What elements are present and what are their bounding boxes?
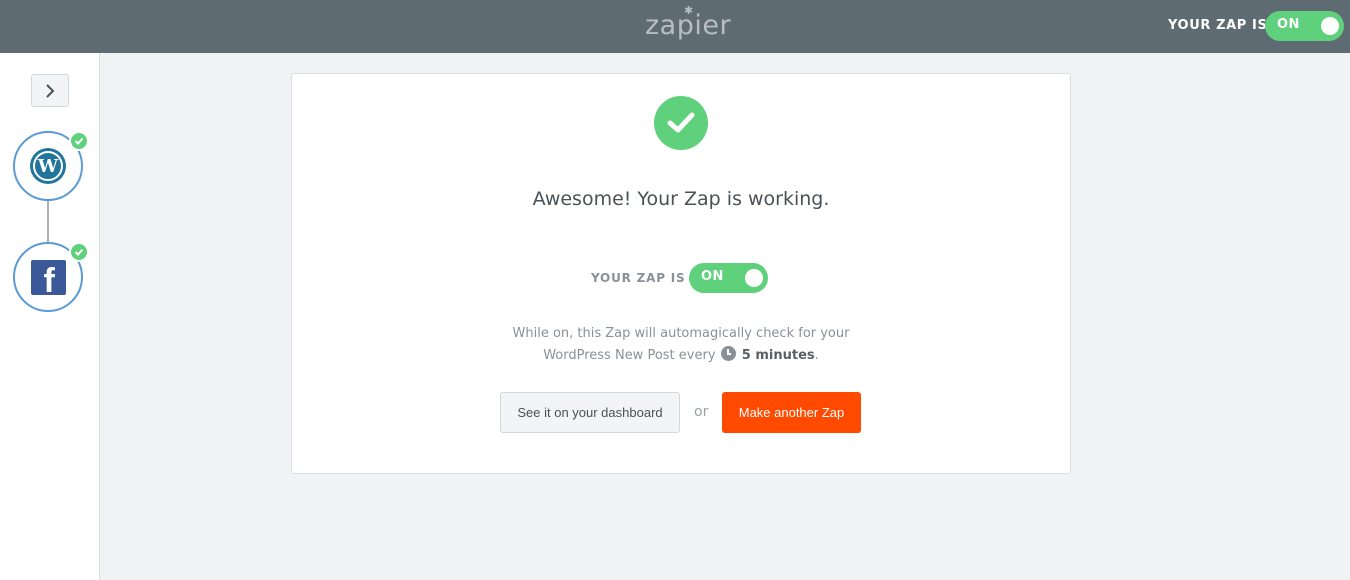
sidebar: W f (0, 53, 100, 580)
step-facebook[interactable]: f (13, 242, 89, 312)
success-card: Awesome! Your Zap is working. YOUR ZAP I… (291, 73, 1071, 474)
step-connector (47, 201, 49, 242)
success-headline: Awesome! Your Zap is working. (532, 188, 830, 210)
facebook-icon: f (30, 259, 66, 295)
or-separator: or (694, 404, 709, 420)
step-wordpress[interactable]: W (13, 131, 89, 201)
zap-status-label: YOUR ZAP IS (591, 271, 686, 285)
zap-status-label: YOUR ZAP IS (1168, 18, 1268, 33)
see-dashboard-button[interactable]: See it on your dashboard (500, 392, 680, 433)
polling-interval: 5 minutes (741, 348, 815, 363)
top-bar: zapier ✱ YOUR ZAP IS ON (0, 0, 1350, 53)
toggle-knob (745, 269, 763, 287)
zap-status-toggle[interactable]: ON (1265, 11, 1344, 41)
success-check-icon (654, 96, 708, 150)
check-icon (69, 242, 89, 262)
polling-info: While on, this Zap will automagically ch… (292, 323, 1070, 367)
expand-sidebar-button[interactable] (31, 74, 69, 107)
zapier-logo[interactable]: zapier ✱ (645, 4, 731, 41)
toggle-knob (1321, 17, 1339, 35)
check-icon (69, 131, 89, 151)
logo-asterisk-icon: ✱ (684, 4, 694, 17)
info-line-2: WordPress New Post every (543, 348, 716, 363)
zap-status-toggle[interactable]: ON (689, 263, 768, 293)
clock-icon (720, 346, 736, 361)
info-suffix: . (814, 348, 819, 363)
toggle-state-label: ON (1277, 17, 1300, 32)
toggle-state-label: ON (701, 269, 724, 284)
chevron-right-icon (46, 83, 55, 98)
wordpress-icon: W (30, 148, 66, 184)
info-line-1: While on, this Zap will automagically ch… (512, 326, 850, 341)
make-another-zap-button[interactable]: Make another Zap (722, 392, 861, 433)
